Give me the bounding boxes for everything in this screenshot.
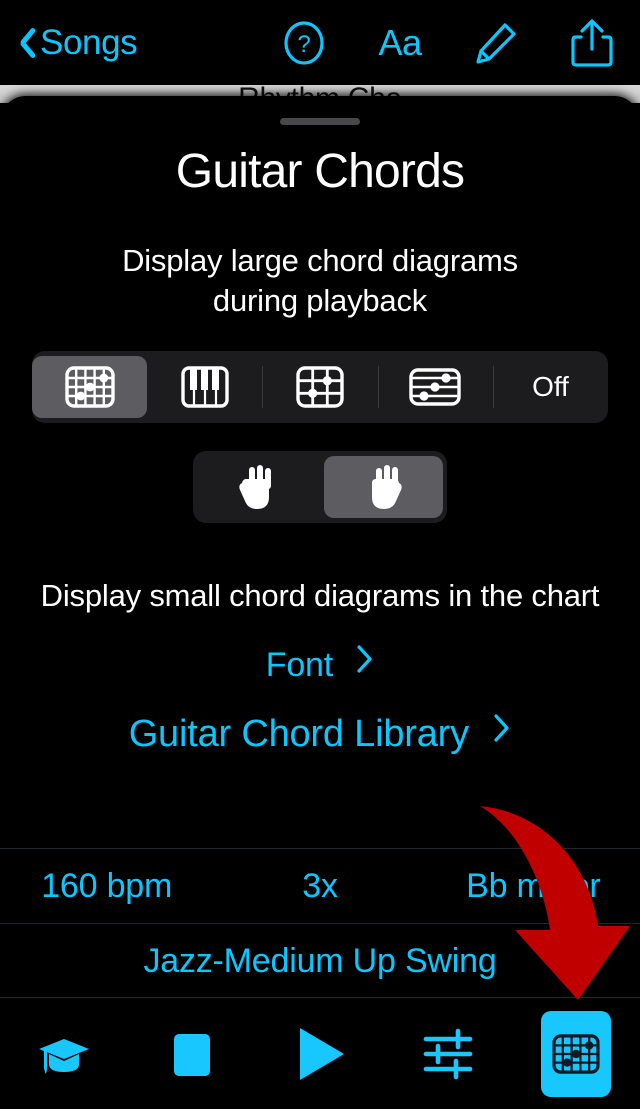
graduation-cap-icon [39,1038,89,1074]
repeat-count-value[interactable]: 3x [213,867,426,906]
guitar-chords-sheet: Guitar Chords Display large chord diagra… [0,96,640,1109]
text-size-icon: Aa [378,21,422,63]
edit-button[interactable] [448,0,544,85]
tab-chords[interactable] [512,998,640,1109]
share-button[interactable] [544,0,640,85]
segment-notation-staff[interactable] [377,356,493,418]
question-circle-icon: ? [284,20,324,65]
right-hand-icon [371,464,402,509]
pencil-icon [476,22,516,64]
sliders-icon [423,1028,473,1079]
tab-chords-active-background [541,1010,611,1097]
segment-off[interactable]: Off [492,356,608,418]
guitar-chord-library-link[interactable]: Guitar Chord Library [0,713,640,756]
piano-keys-icon [181,366,229,408]
key-value[interactable]: Bb major [427,867,640,906]
song-info-row-primary: 160 bpm 3x Bb major [0,848,640,923]
guitar-chord-library-label: Guitar Chord Library [128,712,469,755]
sheet-grabber[interactable] [280,118,360,125]
play-triangle-icon [300,1027,344,1080]
back-to-songs-button[interactable]: Songs [12,22,138,63]
segment-right-hand[interactable] [324,455,443,518]
chevron-right-icon [356,644,374,683]
font-link-label: Font [265,645,333,684]
style-value[interactable]: Jazz-Medium Up Swing [0,942,640,981]
handedness-segmented-control [193,450,447,523]
small-chord-diagrams-label: Display small chord diagrams in the char… [40,577,600,613]
segment-left-hand[interactable] [197,456,316,518]
app-screen: Songs ? Aa Guitar Chords Display large c… [0,0,640,1109]
segment-ukulele-chord-diagram[interactable] [262,356,377,418]
segment-off-label: Off [532,370,569,402]
tempo-value[interactable]: 160 bpm [0,867,213,906]
svg-text:?: ? [297,31,310,58]
left-hand-icon [238,464,271,509]
page-title: Guitar Chords [175,145,465,198]
help-button[interactable]: ? [256,0,352,85]
sheet-subtitle: Display large chord diagrams during play… [122,243,518,319]
chevron-right-icon [493,711,511,754]
tab-learn[interactable] [0,998,128,1109]
stop-square-icon [174,1033,210,1076]
segment-piano-keys[interactable] [147,356,262,418]
font-link[interactable]: Font [0,644,640,685]
bottom-tab-bar [0,997,640,1109]
navigation-bar: Songs ? Aa [0,0,640,85]
guitar-chord-diagram-icon [552,1033,600,1074]
notation-staff-icon [409,368,461,406]
tab-mixer[interactable] [384,998,512,1109]
share-icon [571,18,613,67]
tab-play[interactable] [256,998,384,1109]
song-info-row-style: Jazz-Medium Up Swing [0,923,640,998]
tab-stop[interactable] [128,998,256,1109]
chevron-left-icon [12,24,34,62]
chord-diagram-type-segmented-control: Off [32,350,608,423]
text-size-button[interactable]: Aa [352,0,448,85]
back-button-label: Songs [40,22,138,62]
guitar-chord-diagram-icon [64,366,115,408]
navigation-actions: ? Aa [256,0,640,85]
song-info-area: 160 bpm 3x Bb major Jazz-Medium Up Swing [0,848,640,998]
ukulele-chord-diagram-icon [296,366,344,408]
obscured-background-title: Rhythm Cha [0,82,640,96]
segment-guitar-chord-diagram[interactable] [32,355,148,418]
